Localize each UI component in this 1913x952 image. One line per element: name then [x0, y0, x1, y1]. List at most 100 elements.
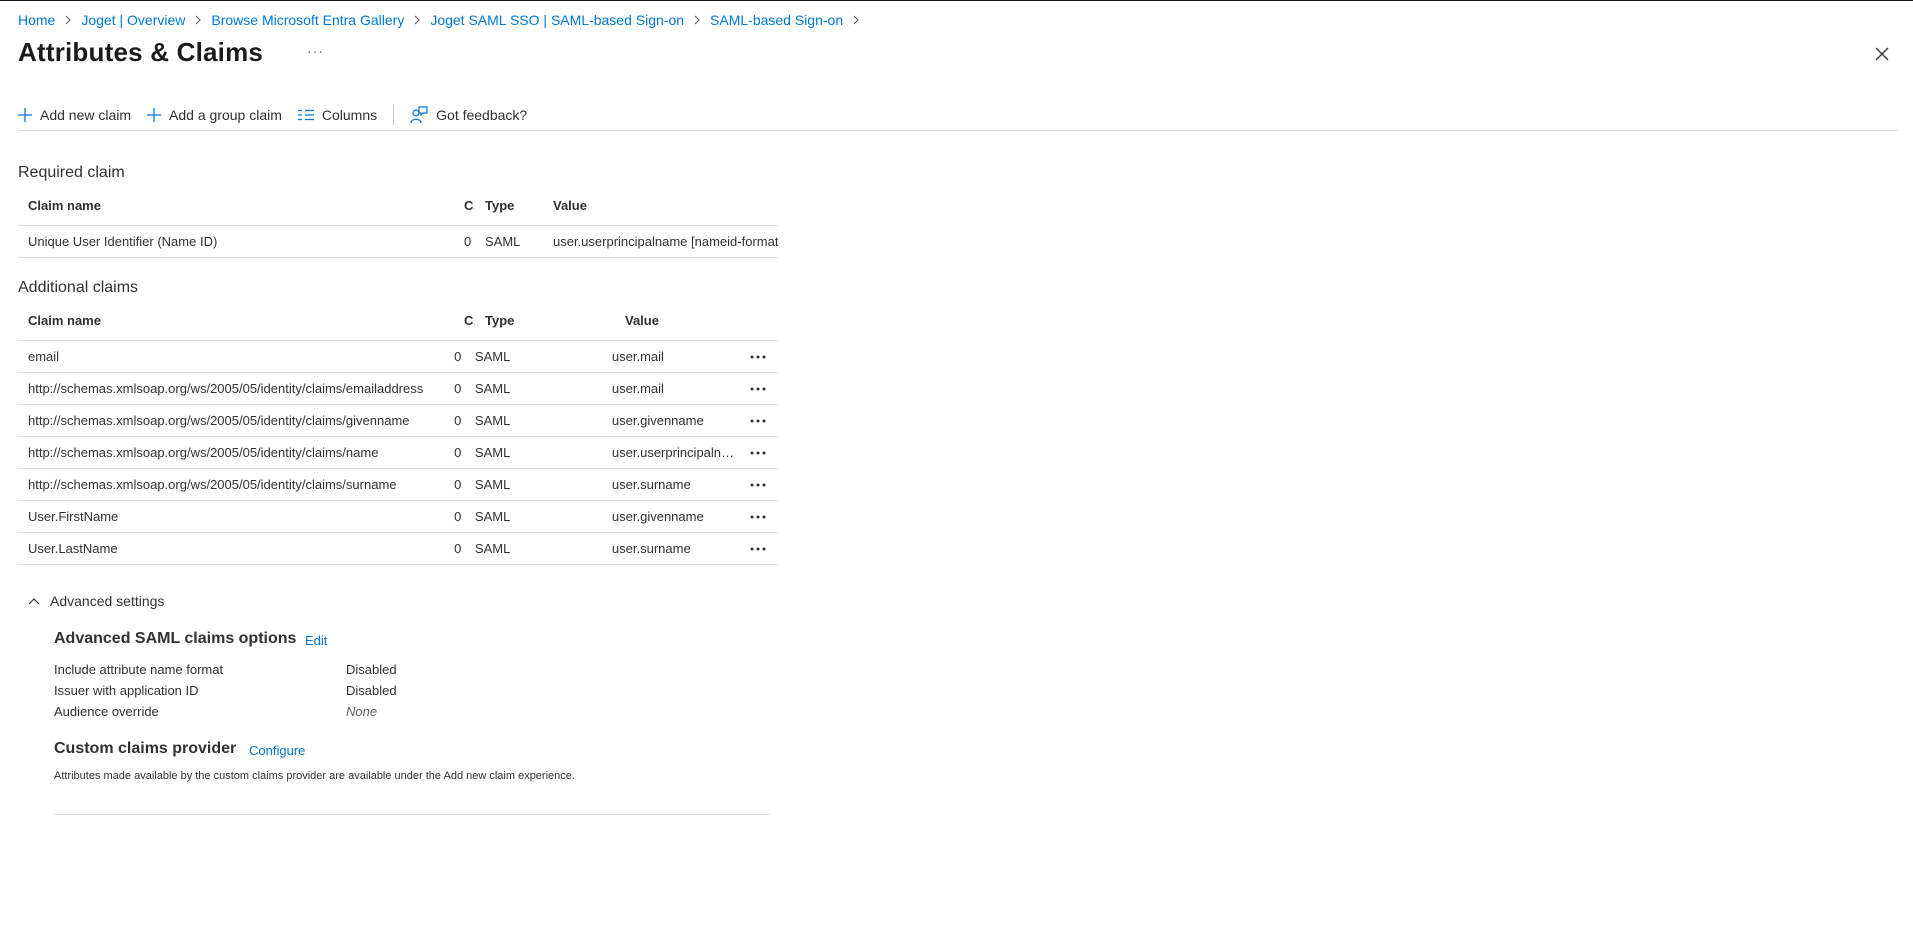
- table-row[interactable]: User.LastName 0 SAML user.surname: [18, 533, 778, 565]
- column-header-type[interactable]: Type: [475, 313, 615, 328]
- audience-override-value: None: [346, 704, 378, 719]
- chevron-right-icon: [412, 15, 422, 25]
- page-title: Attributes & Claims: [18, 37, 264, 67]
- attributes-claims-page: Home Joget | Overview Browse Microsoft E…: [0, 1, 1913, 952]
- breadcrumb: Home Joget | Overview Browse Microsoft E…: [18, 12, 869, 28]
- chevron-right-icon: [851, 15, 861, 25]
- table-row[interactable]: http://schemas.xmlsoap.org/ws/2005/05/id…: [18, 405, 778, 437]
- breadcrumb-saml-sign-on[interactable]: SAML-based Sign-on: [710, 12, 843, 28]
- table-row[interactable]: http://schemas.xmlsoap.org/ws/2005/05/id…: [18, 469, 778, 501]
- more-options-button[interactable]: ···: [307, 43, 324, 59]
- breadcrumb-home[interactable]: Home: [18, 12, 55, 28]
- value-cell: user.mail: [611, 381, 664, 396]
- table-row[interactable]: email 0 SAML user.mail: [18, 341, 778, 373]
- co-cell: 0: [454, 541, 462, 556]
- add-new-claim-label: Add new claim: [40, 106, 132, 123]
- feedback-icon: [410, 105, 428, 123]
- table-row[interactable]: http://schemas.xmlsoap.org/ws/2005/05/id…: [18, 373, 778, 405]
- type-cell: SAML: [474, 445, 511, 460]
- audience-override-label: Audience override: [54, 704, 159, 719]
- value-cell: user.surname: [611, 477, 691, 492]
- co-cell: 0: [454, 509, 462, 524]
- got-feedback-label: Got feedback?: [436, 106, 528, 123]
- claim-name-cell: User.LastName: [28, 541, 118, 556]
- type-cell: SAML: [474, 509, 511, 524]
- chevron-right-icon: [63, 15, 73, 25]
- include-attribute-name-format-label: Include attribute name format: [54, 662, 224, 677]
- co-cell: 0: [464, 234, 472, 249]
- type-cell: SAML: [474, 413, 511, 428]
- additional-claims-grid: Claim name Co Type Value email 0 SAML us…: [18, 301, 778, 565]
- grid-header-row: Claim name Co Type Value: [18, 186, 778, 226]
- row-more-button[interactable]: [739, 483, 778, 487]
- value-cell: user.givenname: [611, 509, 704, 524]
- value-cell: user.surname: [611, 541, 691, 556]
- more-horizontal-icon: [750, 355, 766, 358]
- row-more-button[interactable]: [739, 387, 778, 391]
- co-cell: 0: [454, 477, 462, 492]
- column-header-claim-name[interactable]: Claim name: [18, 313, 455, 328]
- advanced-saml-options-heading: Advanced SAML claims options: [54, 630, 297, 647]
- advanced-settings-label: Advanced settings: [50, 593, 165, 609]
- add-group-claim-button[interactable]: Add a group claim: [147, 101, 282, 129]
- value-cell: user.userprincipalname [nameid-format:: [553, 234, 778, 249]
- breadcrumb-entra-gallery[interactable]: Browse Microsoft Entra Gallery: [211, 12, 404, 28]
- columns-button[interactable]: Columns: [297, 101, 378, 129]
- chevron-right-icon: [692, 15, 702, 25]
- row-more-button[interactable]: [739, 419, 778, 423]
- column-header-type[interactable]: Type: [475, 198, 543, 213]
- breadcrumb-joget-saml-sso[interactable]: Joget SAML SSO | SAML-based Sign-on: [430, 12, 684, 28]
- value-cell: user.userprincipalna...: [611, 445, 739, 460]
- claim-name-cell: Unique User Identifier (Name ID): [28, 234, 218, 249]
- edit-link[interactable]: Edit: [305, 633, 327, 648]
- value-cell: user.mail: [611, 349, 664, 364]
- plus-icon: [18, 107, 32, 122]
- more-horizontal-icon: [750, 419, 766, 422]
- columns-label: Columns: [321, 106, 378, 123]
- row-more-button[interactable]: [739, 515, 778, 519]
- column-header-value[interactable]: Value: [615, 313, 755, 328]
- grid-header-row: Claim name Co Type Value: [18, 301, 778, 341]
- breadcrumb-joget-overview[interactable]: Joget | Overview: [81, 12, 185, 28]
- table-row[interactable]: http://schemas.xmlsoap.org/ws/2005/05/id…: [18, 437, 778, 469]
- columns-icon: [297, 109, 314, 120]
- claim-name-cell: http://schemas.xmlsoap.org/ws/2005/05/id…: [28, 381, 424, 396]
- command-bar: Add new claim Add a group claim Columns …: [18, 99, 1898, 131]
- more-horizontal-icon: [750, 387, 766, 390]
- got-feedback-button[interactable]: Got feedback?: [410, 101, 527, 129]
- claim-name-cell: email: [28, 349, 60, 364]
- table-row[interactable]: User.FirstName 0 SAML user.givenname: [18, 501, 778, 533]
- claim-name-cell: http://schemas.xmlsoap.org/ws/2005/05/id…: [28, 445, 379, 460]
- section-divider: [54, 814, 770, 815]
- column-header-co[interactable]: Co: [455, 313, 475, 328]
- chevron-up-icon: [28, 598, 40, 605]
- row-more-button[interactable]: [739, 547, 778, 551]
- required-claim-heading: Required claim: [18, 164, 125, 181]
- configure-link[interactable]: Configure: [249, 743, 305, 758]
- table-row[interactable]: Unique User Identifier (Name ID) 0 SAML …: [18, 226, 778, 258]
- co-cell: 0: [454, 445, 462, 460]
- advanced-settings-toggle[interactable]: Advanced settings: [28, 593, 164, 609]
- row-more-button[interactable]: [739, 451, 778, 455]
- column-header-value[interactable]: Value: [543, 198, 778, 213]
- more-horizontal-icon: [750, 547, 766, 550]
- issuer-with-app-id-label: Issuer with application ID: [54, 683, 199, 698]
- additional-claims-heading: Additional claims: [18, 279, 139, 296]
- issuer-with-app-id-value: Disabled: [346, 683, 397, 698]
- type-cell: SAML: [474, 541, 511, 556]
- column-header-claim-name[interactable]: Claim name: [18, 198, 455, 213]
- column-header-co[interactable]: Co: [455, 198, 475, 213]
- required-claim-grid: Claim name Co Type Value Unique User Ide…: [18, 186, 778, 258]
- co-cell: 0: [454, 349, 462, 364]
- close-button[interactable]: [1872, 44, 1892, 64]
- chevron-right-icon: [193, 15, 203, 25]
- claim-name-cell: http://schemas.xmlsoap.org/ws/2005/05/id…: [28, 477, 397, 492]
- row-more-button[interactable]: [739, 355, 778, 359]
- toolbar-divider: [393, 104, 395, 125]
- more-horizontal-icon: [750, 451, 766, 454]
- add-new-claim-button[interactable]: Add new claim: [18, 101, 131, 129]
- claim-name-cell: User.FirstName: [28, 509, 119, 524]
- include-attribute-name-format-value: Disabled: [346, 662, 397, 677]
- type-cell: SAML: [485, 234, 521, 249]
- add-group-claim-label: Add a group claim: [169, 106, 282, 123]
